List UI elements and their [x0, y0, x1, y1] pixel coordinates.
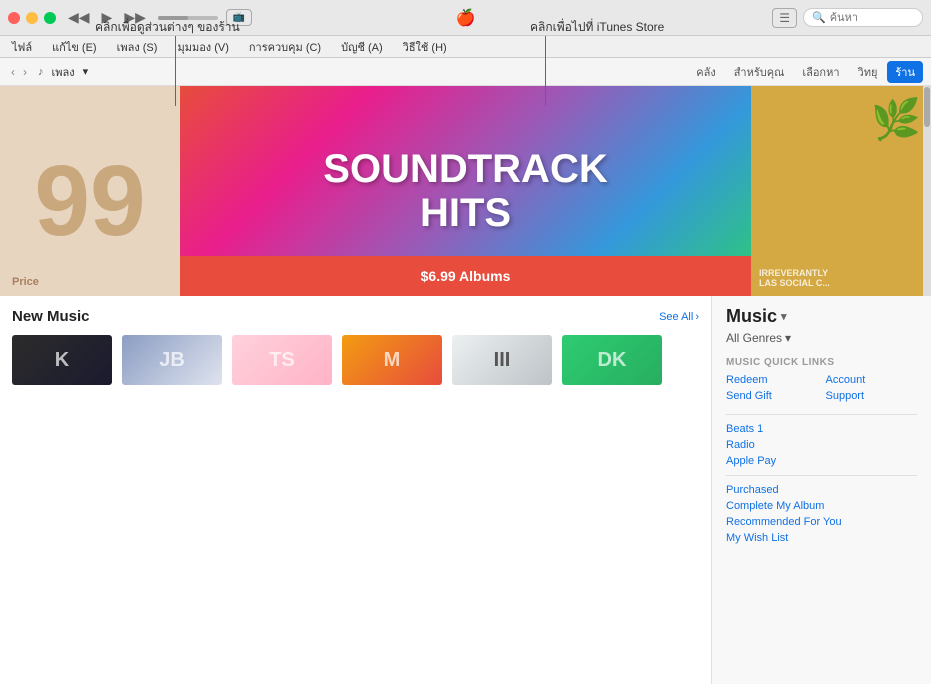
album-cover-4: III [452, 335, 552, 385]
album-item-0[interactable]: K Rapture EP Koffee [12, 335, 112, 385]
menu-view[interactable]: มุมมอง (V) [173, 38, 232, 56]
search-input[interactable] [830, 12, 920, 24]
music-note-icon: ♪ [38, 66, 44, 78]
window-controls [8, 12, 56, 24]
nav-back-button[interactable]: ‹ [8, 65, 18, 79]
banner-bottom: $6.99 Albums [180, 256, 751, 296]
sidebar-link-apple-pay[interactable]: Apple Pay [726, 455, 917, 467]
minimize-button[interactable] [26, 12, 38, 24]
forward-button[interactable]: ▶▶ [120, 7, 150, 28]
tab-radio[interactable]: วิทยุ [850, 61, 886, 83]
transport-controls: ◀◀ ▶ ▶▶ [64, 7, 150, 28]
banner-price-label: Price [12, 276, 39, 288]
new-music-header: New Music See All › [12, 308, 699, 325]
sidebar-music-dropdown-icon[interactable]: ▾ [781, 310, 787, 323]
sidebar-link-purchased[interactable]: Purchased [726, 484, 917, 496]
tab-library[interactable]: คลัง [688, 61, 723, 83]
sidebar-link-beats1[interactable]: Beats 1 [726, 423, 917, 435]
main-content: คลิกเพื่อดูส่วนต่างๆ ของร้าน 99 Price SO… [0, 86, 931, 684]
sidebar-genre-label: All Genres [726, 331, 782, 345]
nav-bar: ‹ › ♪ เพลง ▾ คลัง สำหรับคุณ เลือกหา วิทย… [0, 58, 931, 86]
banner-right-label: IRREVERANTLYLAS SOCIAL C... [759, 268, 830, 288]
sidebar-link-recommended[interactable]: Recommended For You [726, 516, 917, 528]
sidebar-music-title: Music ▾ [726, 306, 917, 327]
search-box: 🔍 [803, 8, 923, 27]
album-item-1[interactable]: JB Happiness Begins Jonas Brothers [122, 335, 222, 385]
tab-store[interactable]: ร้าน [887, 61, 923, 83]
album-cover-2: TS [232, 335, 332, 385]
see-all-link[interactable]: See All › [659, 311, 699, 323]
scroll-indicator[interactable] [923, 86, 931, 296]
sidebar-link-complete-album[interactable]: Complete My Album [726, 500, 917, 512]
sidebar: Music ▾ All Genres ▾ MUSIC QUICK LINKS R… [711, 296, 931, 684]
menu-songs[interactable]: เพลง (S) [113, 38, 162, 56]
list-view-button[interactable]: ☰ [772, 8, 797, 28]
nav-forward-button[interactable]: › [20, 65, 30, 79]
album-cover-0: K [12, 335, 112, 385]
apple-logo: 🍎 [456, 8, 476, 28]
tab-browse[interactable]: เลือกหา [794, 61, 847, 83]
menu-edit[interactable]: แก้ไข (E) [48, 38, 101, 56]
airplay-button[interactable]: 📺 [226, 9, 252, 26]
banner-center-price: $6.99 Albums [421, 268, 511, 284]
album-cover-1: JB [122, 335, 222, 385]
album-item-3[interactable]: M High Expectations Mabel [342, 335, 442, 385]
menu-file[interactable]: ไฟล์ [8, 38, 36, 56]
title-bar: ◀◀ ▶ ▶▶ 📺 🍎 ☰ 🔍 [0, 0, 931, 36]
menu-help[interactable]: วิธีใช้ (H) [399, 38, 451, 56]
sidebar-music-label: Music [726, 306, 777, 327]
play-button[interactable]: ▶ [98, 7, 117, 28]
bottom-section: New Music See All › K Rapture EP Koffee … [0, 296, 931, 684]
banner-title: SOUNDTRACKHITS [323, 147, 607, 235]
tab-for-you[interactable]: สำหรับคุณ [726, 61, 793, 83]
sidebar-genre-arrow-icon: ▾ [785, 331, 791, 345]
search-icon: 🔍 [812, 11, 826, 24]
album-item-4[interactable]: III III The Lumineers [452, 335, 552, 385]
volume-slider[interactable] [158, 16, 218, 20]
menu-bar: ไฟล์ แก้ไข (E) เพลง (S) มุมมอง (V) การคว… [0, 36, 931, 58]
see-all-arrow-icon: › [695, 311, 699, 323]
banner-number: 99 [34, 151, 145, 251]
nav-section-label: เพลง [52, 63, 75, 81]
nav-arrows: ‹ › [8, 65, 30, 79]
banner-container[interactable]: 99 Price SOUNDTRACKHITS $6.99 Albums 🌿 I… [0, 86, 931, 296]
album-item-2[interactable]: TS Lover Taylor Swift [232, 335, 332, 385]
maximize-button[interactable] [44, 12, 56, 24]
scroll-thumb [924, 87, 930, 127]
album-cover-3: M [342, 335, 442, 385]
album-cover-5: DK [562, 335, 662, 385]
sidebar-link-account[interactable]: Account [826, 374, 918, 386]
sidebar-link-radio[interactable]: Radio [726, 439, 917, 451]
banner-right[interactable]: 🌿 IRREVERANTLYLAS SOCIAL C... [751, 86, 931, 296]
banner-area: คลิกเพื่อดูส่วนต่างๆ ของร้าน 99 Price SO… [0, 86, 931, 684]
banner-left[interactable]: 99 Price [0, 86, 180, 296]
sidebar-link-support[interactable]: Support [826, 390, 918, 402]
see-all-label: See All [659, 311, 693, 323]
sidebar-link-send-gift[interactable]: Send Gift [726, 390, 818, 402]
new-music-area: New Music See All › K Rapture EP Koffee … [0, 296, 711, 684]
banner-center[interactable]: SOUNDTRACKHITS $6.99 Albums [180, 86, 751, 296]
sidebar-quick-links-title: MUSIC QUICK LINKS [726, 357, 917, 368]
sidebar-divider-2 [726, 475, 917, 476]
menu-controls[interactable]: การควบคุม (C) [245, 38, 325, 56]
menu-account[interactable]: บัญชี (A) [337, 38, 387, 56]
nav-section-dropdown[interactable]: ▾ [83, 65, 89, 78]
section-tabs: คลัง สำหรับคุณ เลือกหา วิทยุ ร้าน [688, 61, 923, 83]
rewind-button[interactable]: ◀◀ [64, 7, 94, 28]
sidebar-genre[interactable]: All Genres ▾ [726, 331, 917, 345]
header-right: ☰ 🔍 [772, 8, 923, 28]
sidebar-link-redeem[interactable]: Redeem [726, 374, 818, 386]
banner-right-decoration: 🌿 [871, 96, 921, 143]
album-item-5[interactable]: DK Father of Asa... DJ Khaled [562, 335, 662, 385]
sidebar-link-wish-list[interactable]: My Wish List [726, 532, 917, 544]
close-button[interactable] [8, 12, 20, 24]
new-music-title: New Music [12, 308, 90, 325]
album-grid-row1: K Rapture EP Koffee JB Happiness Begins … [12, 335, 699, 385]
sidebar-divider-1 [726, 414, 917, 415]
sidebar-links-grid: Redeem Account Send Gift Support [726, 374, 917, 402]
